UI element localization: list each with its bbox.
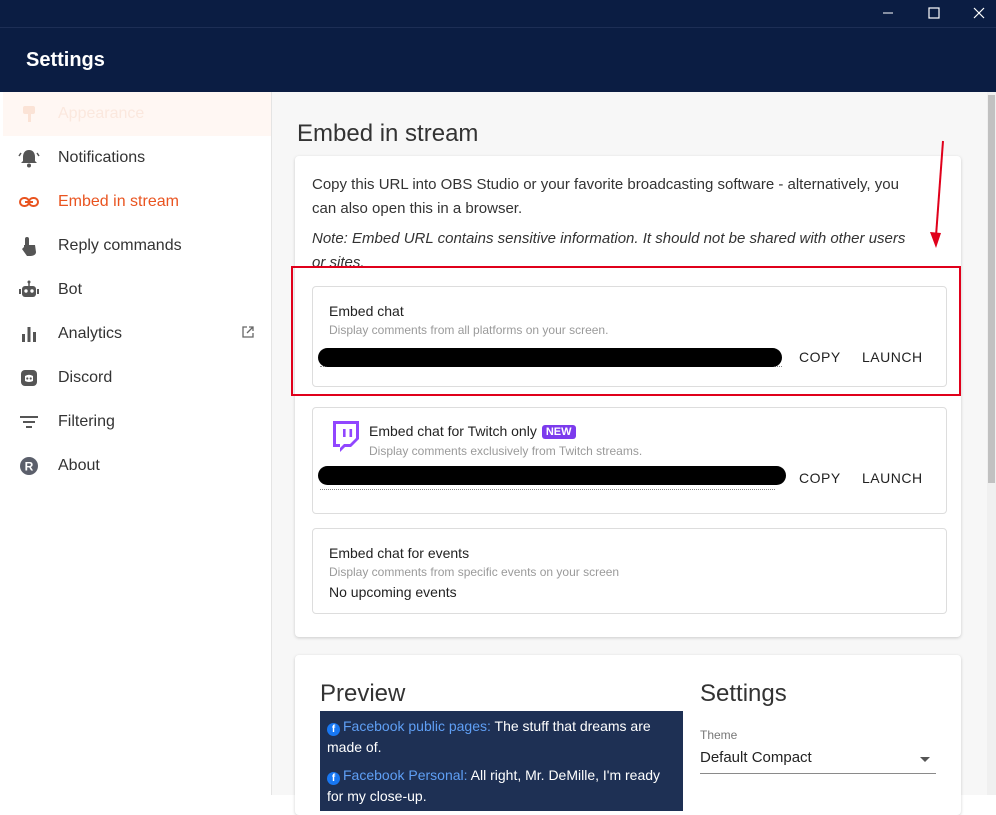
titlebar-divider [0, 27, 996, 28]
paint-icon [18, 103, 40, 125]
embed-twitch-title: Embed chat for Twitch only NEW [369, 423, 576, 439]
preview-chat-box: f Facebook public pages: The stuff that d… [320, 711, 683, 811]
svg-text:R: R [25, 460, 34, 474]
scrollbar-thumb[interactable] [988, 95, 995, 483]
robot-icon [18, 279, 40, 301]
sidebar-item-label: Analytics [58, 325, 123, 342]
embed-twitch-description: Display comments exclusively from Twitch… [369, 444, 643, 458]
preview-title: Preview [320, 680, 406, 707]
preview-message: f Facebook public pages: The stuff that d… [327, 716, 679, 758]
link-icon [18, 191, 40, 213]
sidebar: Appearance Notifications Embed in stream… [3, 92, 272, 795]
preview-settings-card: Preview f Facebook public pages: The stuf… [295, 655, 961, 815]
embed-events-description: Display comments from specific events on… [329, 565, 620, 579]
maximize-button[interactable] [912, 0, 956, 26]
bar-chart-icon [18, 323, 40, 345]
sidebar-item-label: Notifications [58, 149, 146, 166]
facebook-icon: f [327, 723, 340, 736]
embed-card: Copy this URL into OBS Studio or your fa… [295, 156, 961, 637]
preview-message-source: Facebook public pages: [343, 718, 491, 734]
settings-title: Settings [700, 680, 787, 707]
facebook-icon: f [327, 772, 340, 785]
sidebar-item-label: Appearance [58, 105, 145, 122]
embed-events-value: No upcoming events [329, 584, 457, 600]
scrollbar[interactable] [987, 92, 996, 795]
sidebar-item-label: Reply commands [58, 237, 182, 254]
minimize-button[interactable] [866, 0, 910, 26]
theme-select-value: Default Compact [700, 749, 812, 766]
sidebar-item-label: Bot [58, 281, 83, 298]
embed-twitch-title-text: Embed chat for Twitch only [369, 423, 537, 439]
theme-select[interactable]: Default Compact [700, 749, 936, 774]
close-button[interactable] [957, 0, 996, 26]
app-header: Settings [0, 0, 996, 92]
embed-twitch-url-field[interactable] [318, 466, 786, 485]
sidebar-item-label: Filtering [58, 413, 115, 430]
page-title: Embed in stream [297, 120, 479, 147]
preview-message: f Facebook Personal: All right, Mr. DeMil… [327, 765, 679, 807]
main-content: Embed in stream Copy this URL into OBS S… [272, 92, 996, 815]
sidebar-item-notifications[interactable]: Notifications [3, 136, 271, 180]
restream-logo-icon: R [18, 455, 40, 477]
new-badge: NEW [541, 425, 576, 439]
discord-icon [18, 367, 40, 389]
sidebar-item-reply-commands[interactable]: Reply commands [3, 224, 271, 268]
sidebar-item-about[interactable]: R About [3, 444, 271, 488]
copy-button[interactable]: COPY [799, 470, 841, 486]
sidebar-item-appearance[interactable]: Appearance [3, 92, 271, 136]
close-icon [973, 7, 985, 19]
external-link-icon [241, 325, 255, 344]
twitch-icon [330, 420, 360, 458]
sidebar-item-label: Embed in stream [58, 193, 179, 210]
sidebar-item-analytics[interactable]: Analytics [3, 312, 271, 356]
preview-message-source: Facebook Personal: [343, 767, 468, 783]
chevron-down-icon [920, 757, 930, 762]
launch-button[interactable]: LAUNCH [862, 470, 923, 486]
sidebar-item-bot[interactable]: Bot [3, 268, 271, 312]
embed-intro-text: Copy this URL into OBS Studio or your fa… [312, 176, 899, 217]
maximize-icon [928, 7, 940, 19]
highlight-box [291, 266, 961, 396]
embed-events-panel: Embed chat for events Display comments f… [312, 528, 947, 614]
sidebar-item-discord[interactable]: Discord [3, 356, 271, 400]
minimize-icon [883, 12, 893, 14]
embed-url-underline [320, 489, 775, 490]
embed-note-text: Note: Embed URL contains sensitive infor… [312, 230, 906, 267]
sidebar-item-label: About [58, 457, 100, 474]
hand-pointer-icon [18, 235, 40, 257]
app-title: Settings [26, 49, 105, 71]
filter-icon [18, 411, 40, 433]
sidebar-item-filtering[interactable]: Filtering [3, 400, 271, 444]
bell-icon [18, 147, 40, 169]
embed-twitch-panel: Embed chat for Twitch only NEW Display co… [312, 407, 947, 514]
annotation-arrow-icon [930, 140, 944, 248]
embed-events-title: Embed chat for events [329, 545, 470, 561]
sidebar-item-embed-in-stream[interactable]: Embed in stream [3, 180, 271, 224]
sidebar-item-label: Discord [58, 369, 113, 386]
theme-label: Theme [700, 728, 738, 742]
